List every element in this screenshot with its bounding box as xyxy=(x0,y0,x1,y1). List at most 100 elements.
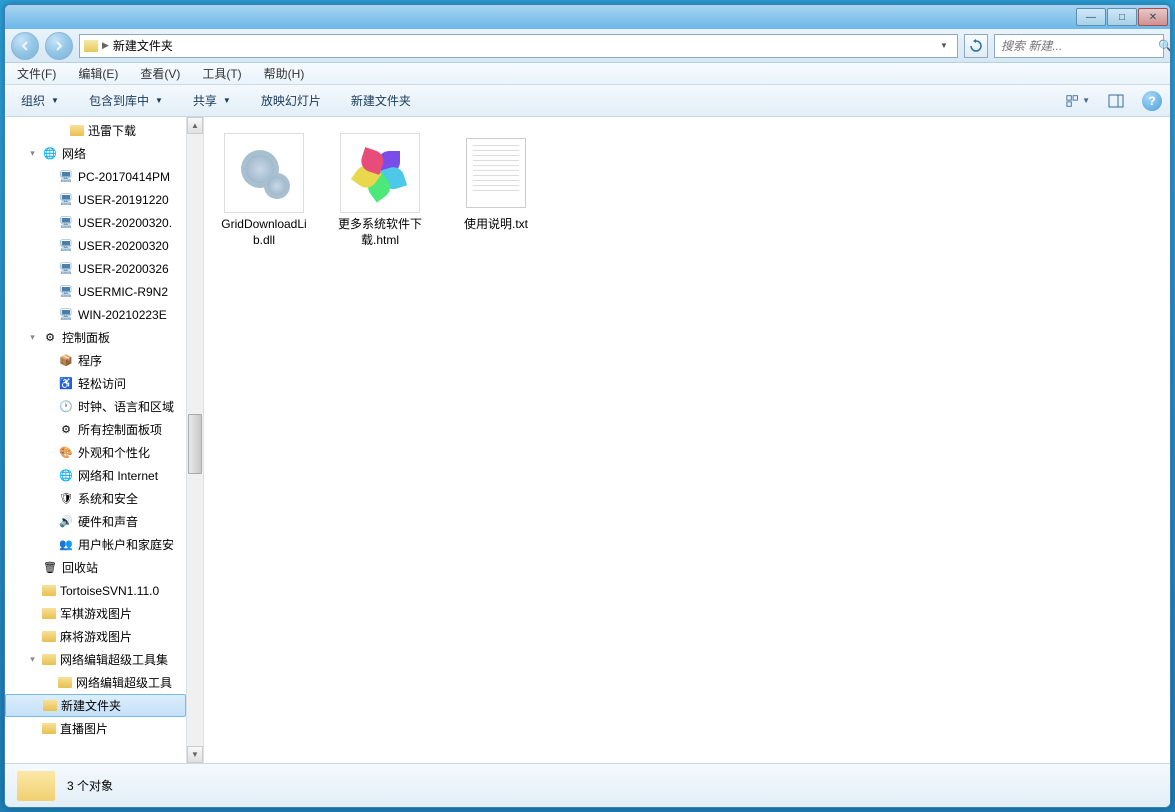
txt-icon xyxy=(466,138,526,208)
titlebar: — □ ✕ xyxy=(5,5,1170,29)
tree-label: 轻松访问 xyxy=(78,375,126,392)
preview-pane-button[interactable] xyxy=(1104,89,1128,113)
navigation-bar: ▶ 新建文件夹 ▼ 🔍 xyxy=(5,29,1170,63)
close-button[interactable]: ✕ xyxy=(1138,8,1168,26)
file-item[interactable]: 更多系统软件下载.html xyxy=(330,129,430,252)
tree-item[interactable]: 🛡系统和安全 xyxy=(5,487,186,510)
maximize-button[interactable]: □ xyxy=(1107,8,1137,26)
chevron-down-icon: ▼ xyxy=(51,96,59,105)
tree-label: PC-20170414PM xyxy=(78,170,170,184)
file-item[interactable]: GridDownloadLib.dll xyxy=(214,129,314,252)
chevron-down-icon: ▼ xyxy=(223,96,231,105)
help-button[interactable]: ? xyxy=(1142,91,1162,111)
back-button[interactable] xyxy=(11,32,39,60)
tree-label: USER-20200326 xyxy=(78,262,169,276)
address-bar[interactable]: ▶ 新建文件夹 ▼ xyxy=(79,34,958,58)
dll-icon xyxy=(241,150,287,196)
tree-item[interactable]: 🔊硬件和声音 xyxy=(5,510,186,533)
menu-view[interactable]: 查看(V) xyxy=(136,63,184,84)
tree-item[interactable]: 网络编辑超级工具 xyxy=(5,671,186,694)
tree-item[interactable]: ⚙所有控制面板项 xyxy=(5,418,186,441)
tree-label: USER-20191220 xyxy=(78,193,169,207)
tree-item[interactable]: 🕐时钟、语言和区域 xyxy=(5,395,186,418)
tree-item[interactable]: 直播图片 xyxy=(5,717,186,740)
tree-item[interactable]: 🎨外观和个性化 xyxy=(5,441,186,464)
tree-label: 麻将游戏图片 xyxy=(60,628,132,645)
tree-label: 外观和个性化 xyxy=(78,444,150,461)
tree-label: 网络 xyxy=(62,145,86,162)
file-list[interactable]: GridDownloadLib.dll 更多系统软件下载.html xyxy=(204,117,1170,763)
tree-label: USER-20200320 xyxy=(78,239,169,253)
menu-file[interactable]: 文件(F) xyxy=(13,63,60,84)
tree-label: 军棋游戏图片 xyxy=(60,605,132,622)
tree-item[interactable]: 🖥USER-20191220 xyxy=(5,188,186,211)
tree-item[interactable]: 🖥WIN-20210223E xyxy=(5,303,186,326)
tree-label: 时钟、语言和区域 xyxy=(78,398,174,415)
tree-label: 系统和安全 xyxy=(78,490,138,507)
tree-item[interactable]: 🖥PC-20170414PM xyxy=(5,165,186,188)
chevron-down-icon: ▼ xyxy=(155,96,163,105)
folder-icon xyxy=(84,40,98,52)
tree-expander-icon[interactable]: ▾ xyxy=(27,148,38,159)
explorer-window: — □ ✕ ▶ 新建文件夹 ▼ 🔍 文件(F) 编辑(E) 查看(V) xyxy=(4,4,1171,808)
refresh-button[interactable] xyxy=(964,34,988,58)
view-mode-button[interactable]: ▼ xyxy=(1066,89,1090,113)
tree-item[interactable]: 迅雷下载 xyxy=(5,119,186,142)
tree-label: USERMIC-R9N2 xyxy=(78,285,168,299)
toolbar-organize[interactable]: 组织▼ xyxy=(13,89,67,112)
path-segment[interactable]: 新建文件夹 xyxy=(113,37,173,54)
tree-item[interactable]: 麻将游戏图片 xyxy=(5,625,186,648)
scroll-up-button[interactable]: ▲ xyxy=(187,117,203,134)
tree-label: USER-20200320. xyxy=(78,216,172,230)
tree-item[interactable]: ▾🌐网络 xyxy=(5,142,186,165)
tree-label: 硬件和声音 xyxy=(78,513,138,530)
file-thumbnail xyxy=(224,133,304,213)
tree-label: 程序 xyxy=(78,352,102,369)
menu-tools[interactable]: 工具(T) xyxy=(198,63,245,84)
tree-item[interactable]: 🖥USER-20200320 xyxy=(5,234,186,257)
tree-label: 直播图片 xyxy=(60,720,108,737)
tree-item[interactable]: 🗑回收站 xyxy=(5,556,186,579)
tree-label: TortoiseSVN1.11.0 xyxy=(60,584,159,598)
scroll-thumb[interactable] xyxy=(188,414,202,474)
tree-item[interactable]: 军棋游戏图片 xyxy=(5,602,186,625)
file-item[interactable]: 使用说明.txt xyxy=(446,129,546,252)
menu-help[interactable]: 帮助(H) xyxy=(260,63,309,84)
tree-item[interactable]: 🌐网络和 Internet xyxy=(5,464,186,487)
tree-label: 用户帐户和家庭安 xyxy=(78,536,174,553)
tree-item[interactable]: 🖥USER-20200326 xyxy=(5,257,186,280)
tree-item[interactable]: 👥用户帐户和家庭安 xyxy=(5,533,186,556)
file-name: 使用说明.txt xyxy=(464,217,528,233)
status-text: 3 个对象 xyxy=(67,777,113,794)
search-bar[interactable]: 🔍 xyxy=(994,34,1164,58)
tree-label: 控制面板 xyxy=(62,329,110,346)
toolbar-include[interactable]: 包含到库中▼ xyxy=(81,89,171,112)
tree-expander-icon[interactable]: ▾ xyxy=(27,654,38,665)
menu-edit[interactable]: 编辑(E) xyxy=(74,63,122,84)
toolbar: 组织▼ 包含到库中▼ 共享▼ 放映幻灯片 新建文件夹 ▼ ? xyxy=(5,85,1170,117)
tree-label: 网络编辑超级工具 xyxy=(76,674,172,691)
tree-item[interactable]: ♿轻松访问 xyxy=(5,372,186,395)
file-thumbnail xyxy=(456,133,536,213)
tree-item[interactable]: 🖥USERMIC-R9N2 xyxy=(5,280,186,303)
minimize-button[interactable]: — xyxy=(1076,8,1106,26)
tree-item[interactable]: 📦程序 xyxy=(5,349,186,372)
file-name: GridDownloadLib.dll xyxy=(218,217,310,248)
tree-item[interactable]: TortoiseSVN1.11.0 xyxy=(5,579,186,602)
tree-expander-icon[interactable]: ▾ xyxy=(27,332,38,343)
content-area: 迅雷下载▾🌐网络🖥PC-20170414PM🖥USER-20191220🖥USE… xyxy=(5,117,1170,763)
toolbar-share[interactable]: 共享▼ xyxy=(185,89,239,112)
file-name: 更多系统软件下载.html xyxy=(334,217,426,248)
tree-item[interactable]: 🖥USER-20200320. xyxy=(5,211,186,234)
address-dropdown[interactable]: ▼ xyxy=(935,35,953,57)
html-icon xyxy=(355,148,405,198)
tree-item[interactable]: ▾⚙控制面板 xyxy=(5,326,186,349)
toolbar-newfolder[interactable]: 新建文件夹 xyxy=(343,89,419,112)
search-input[interactable] xyxy=(1001,39,1158,53)
tree-item[interactable]: ▾网络编辑超级工具集 xyxy=(5,648,186,671)
sidebar-scrollbar[interactable]: ▲ ▼ xyxy=(187,117,204,763)
scroll-down-button[interactable]: ▼ xyxy=(187,746,203,763)
toolbar-slideshow[interactable]: 放映幻灯片 xyxy=(253,89,329,112)
tree-item[interactable]: 新建文件夹 xyxy=(5,694,186,717)
forward-button[interactable] xyxy=(45,32,73,60)
